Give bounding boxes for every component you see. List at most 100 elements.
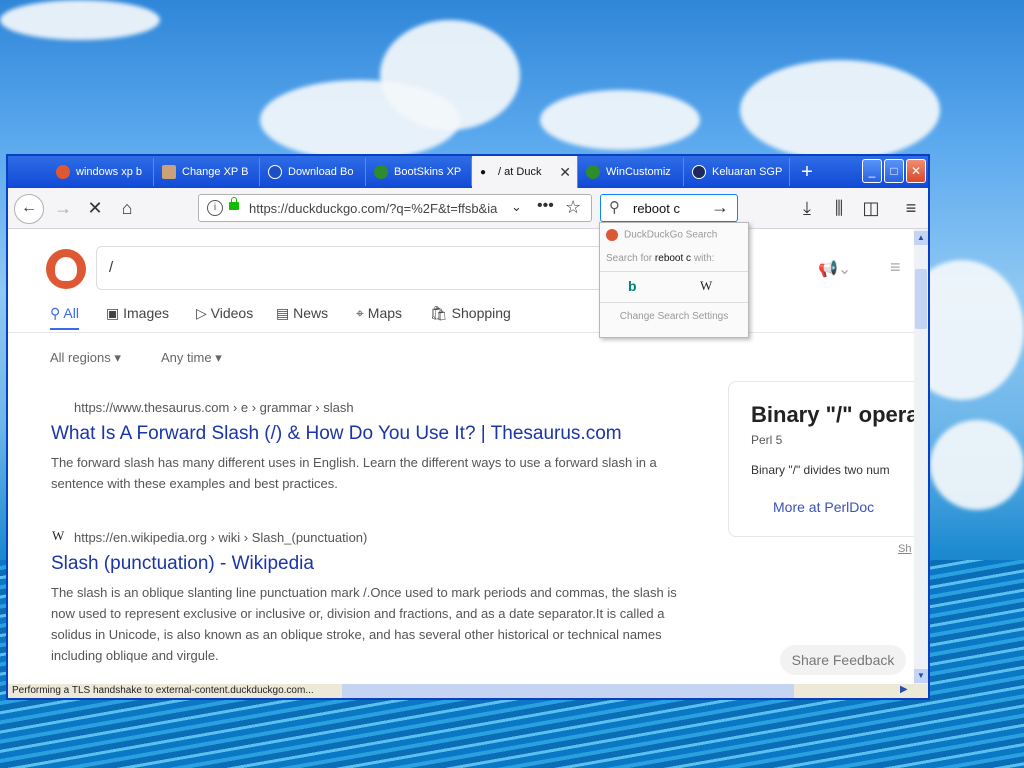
bing-icon[interactable]: b <box>628 278 637 294</box>
page-actions-icon[interactable]: ••• <box>537 197 554 215</box>
filter-regions[interactable]: All regions ▾ <box>50 350 121 366</box>
home-button[interactable]: ⌂ <box>114 196 140 220</box>
tab-bootskins[interactable]: BootSkins XP <box>366 158 472 186</box>
search-icon: ⚲ <box>50 305 64 321</box>
wordpress-icon <box>692 165 706 179</box>
menu-button[interactable]: ≡ <box>898 196 924 220</box>
close-tab-icon[interactable]: ✕ <box>559 164 571 181</box>
panel-link[interactable]: More at PerlDoc <box>773 499 874 515</box>
duckduckgo-icon <box>606 229 618 241</box>
go-arrow-icon[interactable]: → <box>711 197 729 218</box>
scroll-thumb[interactable] <box>915 269 927 329</box>
home-icon: ⌂ <box>121 198 133 218</box>
cloud <box>380 20 520 130</box>
scroll-right-arrow[interactable]: ▶ <box>900 684 908 695</box>
downloads-button[interactable]: ⤓ <box>794 196 820 220</box>
status-bar: Performing a TLS handshake to external-c… <box>8 684 928 698</box>
page-content: / 📢⌄ ≡ ⚲ All ▣ Images ▷ Videos ▤ News ⌖ … <box>8 229 914 685</box>
search-bar[interactable]: ⚲ reboot c → <box>600 194 738 222</box>
play-icon: ▷ <box>196 305 211 321</box>
dropdown-header[interactable]: DuckDuckGo Search <box>606 229 717 241</box>
sidebar-icon: ◫ <box>862 198 880 218</box>
tab-label: BootSkins XP <box>394 166 462 178</box>
tab-all[interactable]: ⚲ All <box>50 305 79 330</box>
lock-icon <box>229 197 239 210</box>
tab-label: WinCustomiz <box>606 166 671 178</box>
share-feedback-button[interactable]: Share Feedback <box>780 645 906 675</box>
arrow-left-icon: ← <box>21 199 37 216</box>
search-dropdown: DuckDuckGo Search Search for reboot c wi… <box>599 222 749 338</box>
back-button[interactable]: ← <box>14 194 44 224</box>
close-window-button[interactable]: ✕ <box>906 159 926 183</box>
bookmark-star-icon[interactable]: ☆ <box>565 197 581 218</box>
tab-maps[interactable]: ⌖ Maps <box>356 305 402 322</box>
scroll-down-arrow[interactable]: ▼ <box>914 669 928 683</box>
share-link[interactable]: Sh <box>898 543 911 555</box>
cloud <box>0 0 160 40</box>
megaphone-icon[interactable]: 📢⌄ <box>818 259 851 279</box>
shopping-bag-icon: 🛍 <box>430 305 452 321</box>
navigation-toolbar: ← → ✕ ⌂ i https://duckduckgo.com/?q=%2F&… <box>8 188 928 229</box>
tab-keluaran[interactable]: Keluaran SGP <box>684 158 790 186</box>
engine-list: b W <box>600 271 748 303</box>
knowledge-panel: Binary "/" opera Perl 5 Binary "/" divid… <box>728 381 914 537</box>
result-url[interactable]: https://www.thesaurus.com › e › grammar … <box>74 400 354 415</box>
download-icon <box>268 165 282 179</box>
ddg-query[interactable]: / <box>109 259 113 276</box>
url-text[interactable]: https://duckduckgo.com/?q=%2F&t=ffsb&ia <box>249 201 507 216</box>
minimize-button[interactable]: _ <box>862 159 882 183</box>
duckduckgo-icon <box>56 165 70 179</box>
change-search-settings[interactable]: Change Search Settings <box>600 311 748 322</box>
tab-strip: windows xp b Change XP B Download Bo Boo… <box>8 156 928 188</box>
search-input[interactable]: reboot c <box>633 201 680 216</box>
tab-images[interactable]: ▣ Images <box>106 305 169 322</box>
duckduckgo-logo[interactable] <box>46 249 86 289</box>
library-button[interactable]: ⫼ <box>826 196 852 220</box>
tab-change-xp[interactable]: Change XP B <box>154 158 260 186</box>
ddg-search-box[interactable]: / <box>96 246 606 290</box>
url-bar[interactable]: i https://duckduckgo.com/?q=%2F&t=ffsb&i… <box>198 194 592 222</box>
scroll-up-arrow[interactable]: ▲ <box>914 231 928 245</box>
tab-download[interactable]: Download Bo <box>260 158 366 186</box>
panel-subtitle: Perl 5 <box>751 433 783 447</box>
maximize-button[interactable]: □ <box>884 159 904 183</box>
hamburger-menu-icon[interactable]: ≡ <box>890 257 901 278</box>
cloud <box>540 90 700 150</box>
tab-news[interactable]: ▤ News <box>276 305 328 322</box>
hamburger-menu-icon: ≡ <box>905 198 917 218</box>
forward-button[interactable]: → <box>50 196 76 220</box>
tab-wincustomize[interactable]: WinCustomiz <box>578 158 684 186</box>
horizontal-scrollbar[interactable] <box>342 684 794 698</box>
result-title[interactable]: What Is A Forward Slash (/) & How Do You… <box>51 423 622 445</box>
new-tab-button[interactable]: + <box>792 158 822 186</box>
arrow-right-icon: → <box>54 198 72 218</box>
result-url[interactable]: https://en.wikipedia.org › wiki › Slash_… <box>74 530 367 545</box>
tab-shopping[interactable]: 🛍 Shopping <box>430 305 511 322</box>
wikipedia-icon[interactable]: W <box>700 278 712 294</box>
browser-window: windows xp b Change XP B Download Bo Boo… <box>6 154 930 700</box>
close-icon: ✕ <box>87 198 103 218</box>
tab-duckduckgo-active[interactable]: ● / at Duck ✕ <box>472 156 578 188</box>
chevron-down-icon[interactable]: ⌄ <box>511 199 522 215</box>
tab-label: Download Bo <box>288 166 354 178</box>
leaf-icon <box>586 165 600 179</box>
tab-label: Keluaran SGP <box>712 166 783 178</box>
sidebar-button[interactable]: ◫ <box>858 196 884 220</box>
search-icon: ⚲ <box>609 199 620 216</box>
tab-label: / at Duck <box>498 166 542 178</box>
result-title[interactable]: Slash (punctuation) - Wikipedia <box>51 553 314 575</box>
cloud <box>740 60 940 160</box>
panel-description: Binary "/" divides two num <box>751 463 890 477</box>
cloud <box>930 420 1024 510</box>
loading-dot-icon: ● <box>480 166 487 178</box>
info-icon[interactable]: i <box>207 200 223 216</box>
tab-videos[interactable]: ▷ Videos <box>196 305 253 322</box>
avatar-icon <box>162 165 176 179</box>
library-icon: ⫼ <box>834 198 844 218</box>
download-icon: ⤓ <box>803 198 811 218</box>
stop-button[interactable]: ✕ <box>82 196 108 220</box>
filter-time[interactable]: Any time ▾ <box>161 350 222 366</box>
leaf-icon <box>374 165 388 179</box>
vertical-scrollbar[interactable]: ▲ ▼ <box>914 229 928 685</box>
tab-windows-xp[interactable]: windows xp b <box>48 158 154 186</box>
